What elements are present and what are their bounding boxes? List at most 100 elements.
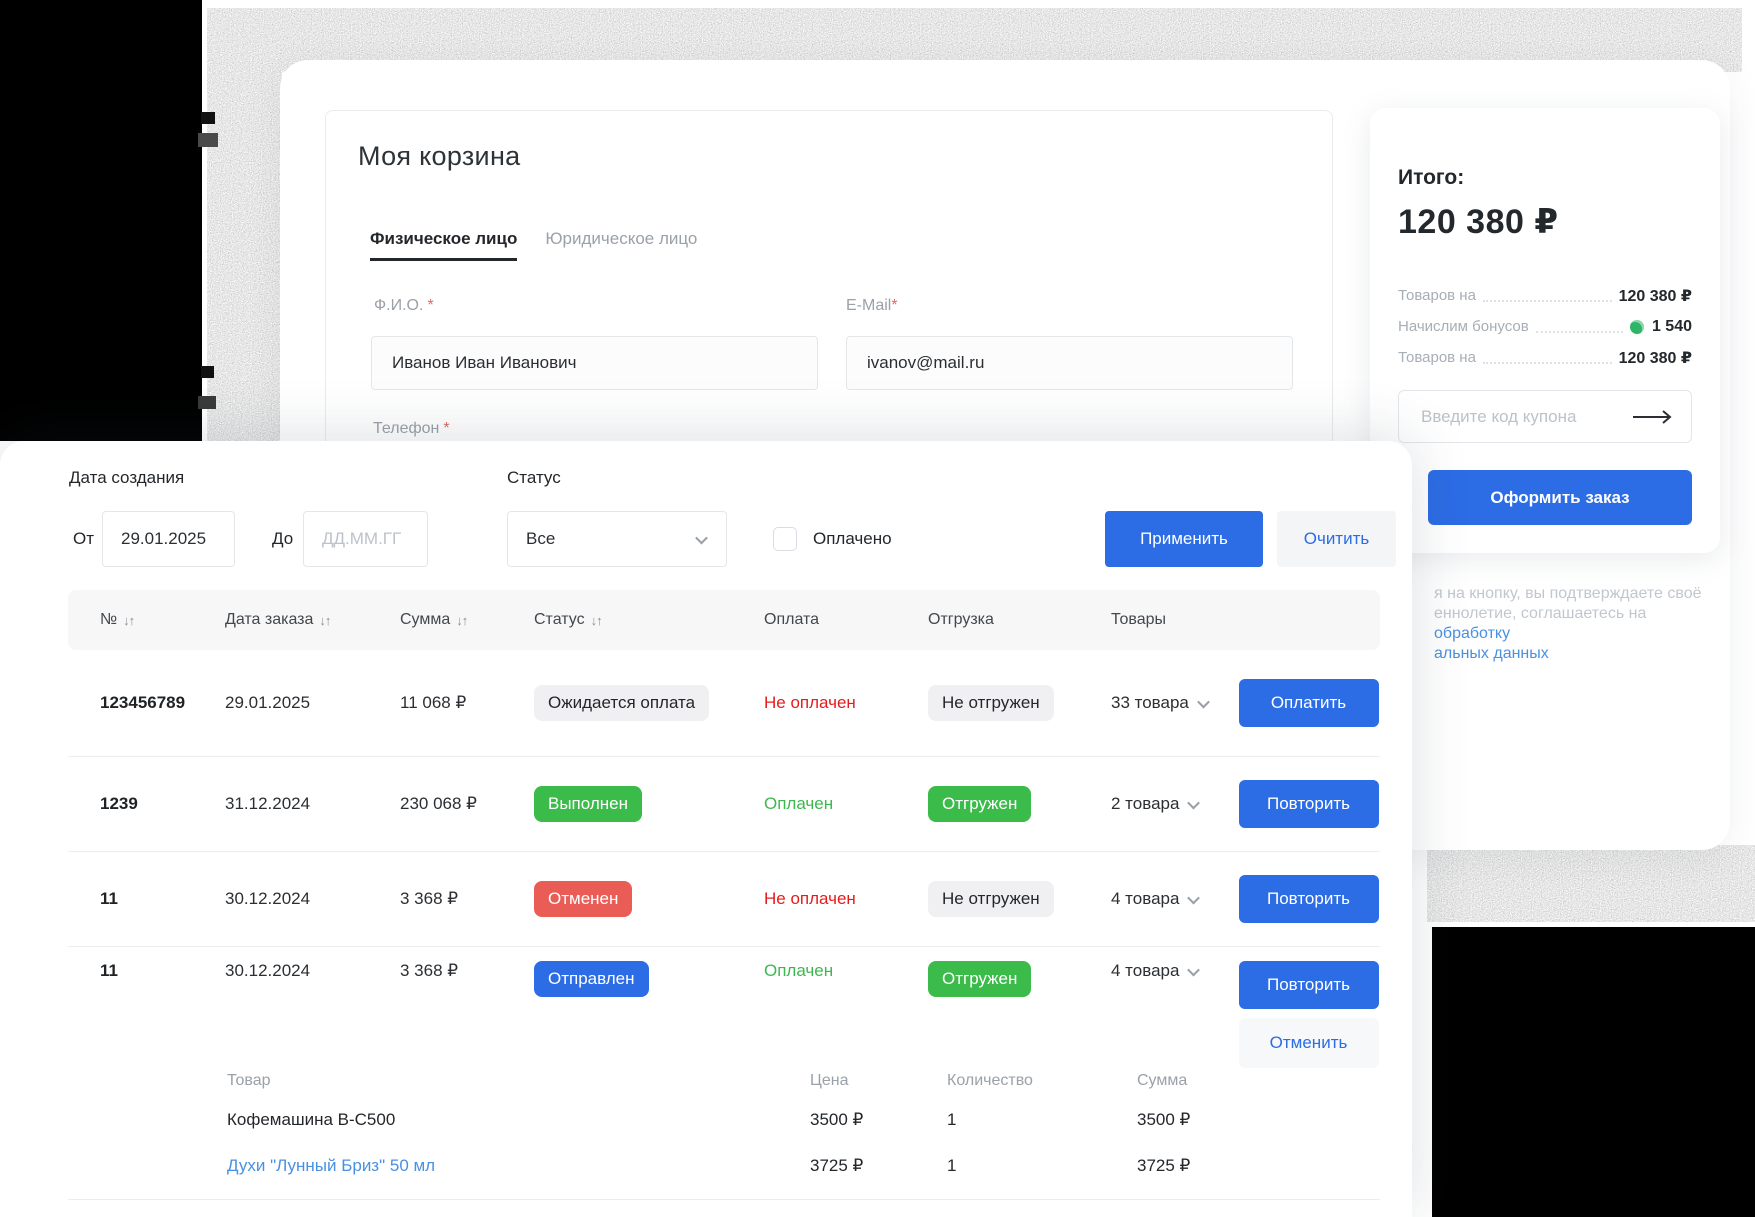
product-qty: 1 xyxy=(947,1110,1137,1130)
order-sum: 230 068 ₽ xyxy=(400,794,534,814)
order-status-cell: Отменен xyxy=(534,881,764,917)
items-count-toggle[interactable]: 33 товара xyxy=(1111,693,1208,713)
repeat-order-button[interactable]: Повторить xyxy=(1239,961,1379,1009)
product-price: 3725 ₽ xyxy=(810,1156,947,1176)
product-price: 3500 ₽ xyxy=(810,1110,947,1130)
product-sum: 3725 ₽ xyxy=(1137,1156,1380,1176)
checkout-button[interactable]: Оформить заказ xyxy=(1428,470,1692,525)
repeat-order-button[interactable]: Повторить xyxy=(1239,875,1379,923)
column-header[interactable]: Сумма ↓↑ xyxy=(400,611,534,629)
column-header-label: Дата заказа xyxy=(225,611,313,629)
clear-button[interactable]: Очитить xyxy=(1277,511,1396,567)
cancel-order-button[interactable]: Отменить xyxy=(1239,1018,1379,1068)
dotted-leader xyxy=(1483,300,1612,302)
column-header[interactable]: № ↓↑ xyxy=(68,611,225,629)
summary-row-value: 1 540 xyxy=(1652,318,1692,336)
sort-icon[interactable]: ↓↑ xyxy=(319,613,330,628)
page-title: Моя корзина xyxy=(358,141,520,172)
order-sum: 11 068 ₽ xyxy=(400,693,534,713)
chevron-down-icon xyxy=(1197,695,1210,708)
shipment-badge: Не отгружен xyxy=(928,685,1054,721)
personal-data-link[interactable]: обработку xyxy=(1434,625,1510,642)
items-count-toggle[interactable]: 2 товара xyxy=(1111,794,1198,814)
items-count-toggle[interactable]: 4 товара xyxy=(1111,889,1198,909)
page: Моя корзина Физическое лицо Юридическое … xyxy=(0,0,1755,1217)
noise-patch-bottom-right xyxy=(1427,845,1755,922)
summary-row: Товаров на120 380 ₽ xyxy=(1398,280,1692,311)
order-summary-card: Итого: 120 380 ₽ Товаров на120 380 ₽Начи… xyxy=(1370,108,1720,553)
summary-total: 120 380 ₽ xyxy=(1398,202,1559,242)
coupon-placeholder: Введите код купона xyxy=(1421,407,1631,427)
table-row: 12345678929.01.202511 068 ₽Ожидается опл… xyxy=(68,650,1380,757)
items-count-toggle[interactable]: 4 товара xyxy=(1111,961,1198,981)
product-column-header: Количество xyxy=(947,1072,1137,1090)
repeat-order-button[interactable]: Повторить xyxy=(1239,780,1379,828)
status-badge: Отправлен xyxy=(534,961,649,997)
column-header-label: Товары xyxy=(1111,611,1166,629)
required-asterisk: * xyxy=(443,420,449,437)
tab-individual[interactable]: Физическое лицо xyxy=(370,229,517,261)
status-badge: Выполнен xyxy=(534,786,642,822)
status-badge: Ожидается оплата xyxy=(534,685,709,721)
order-date: 29.01.2025 xyxy=(225,693,400,713)
order-status-cell: Отправлен xyxy=(534,947,764,997)
table-row: 1130.12.20243 368 ₽ОтмененНе оплаченНе о… xyxy=(68,852,1380,947)
shipment-badge: Отгружен xyxy=(928,786,1031,822)
summary-row: Товаров на120 380 ₽ xyxy=(1398,342,1692,373)
fio-field[interactable]: Иванов Иван Иванович xyxy=(371,336,818,390)
actions-cell: Повторить xyxy=(1237,780,1380,828)
items-cell: 33 товара xyxy=(1111,693,1237,713)
orders-table-body: 12345678929.01.202511 068 ₽Ожидается опл… xyxy=(68,650,1380,1059)
shipment-badge: Не отгружен xyxy=(928,881,1054,917)
order-number: 11 xyxy=(68,889,225,909)
column-header: Оплата xyxy=(764,611,928,629)
product-name-link[interactable]: Духи "Лунный Бриз" 50 мл xyxy=(227,1156,810,1176)
edge-artifact xyxy=(201,112,215,124)
summary-row-value: 120 380 ₽ xyxy=(1619,348,1692,368)
from-label: От xyxy=(73,511,94,567)
product-column-header: Цена xyxy=(810,1072,947,1090)
edge-artifact xyxy=(198,133,218,147)
chevron-down-icon xyxy=(1188,963,1201,976)
items-cell: 4 товара xyxy=(1111,947,1237,981)
order-products-section: ТоварЦенаКоличествоСумма Кофемашина B-C5… xyxy=(68,1059,1380,1200)
product-sum: 3500 ₽ xyxy=(1137,1110,1380,1130)
column-header-label: Сумма xyxy=(400,611,450,629)
product-name: Кофемашина B-C500 xyxy=(227,1110,810,1130)
status-badge: Отменен xyxy=(534,881,632,917)
product-row: Духи "Лунный Бриз" 50 мл3725 ₽13725 ₽ xyxy=(68,1143,1380,1189)
pay-button[interactable]: Оплатить xyxy=(1239,679,1379,727)
status-select[interactable]: Все xyxy=(507,511,727,567)
column-header[interactable]: Дата заказа ↓↑ xyxy=(225,611,400,629)
items-cell: 2 товара xyxy=(1111,794,1237,814)
black-block-bottom-right xyxy=(1432,927,1755,1217)
paid-checkbox-label: Оплачено xyxy=(813,511,892,567)
summary-rows: Товаров на120 380 ₽Начислим бонусов1 540… xyxy=(1398,280,1692,373)
column-header: Отгрузка xyxy=(928,611,1111,629)
shipment-badge: Отгружен xyxy=(928,961,1031,997)
arrow-right-icon[interactable] xyxy=(1631,410,1673,424)
column-header[interactable]: Статус↓↑ xyxy=(534,611,764,629)
paid-checkbox[interactable] xyxy=(773,527,797,551)
column-header-label: № xyxy=(100,611,117,629)
order-status-cell: Выполнен xyxy=(534,786,764,822)
sort-icon[interactable]: ↓↑ xyxy=(591,613,602,628)
date-to-input[interactable]: ДД.ММ.ГГ xyxy=(303,511,428,567)
fio-label: Ф.И.О.* xyxy=(374,297,434,315)
items-cell: 4 товара xyxy=(1111,889,1237,909)
column-header-label: Отгрузка xyxy=(928,611,994,629)
chevron-down-icon xyxy=(1188,796,1201,809)
summary-title: Итого: xyxy=(1398,166,1464,190)
order-number: 1239 xyxy=(68,794,225,814)
tab-legal-entity[interactable]: Юридическое лицо xyxy=(545,229,697,261)
apply-button[interactable]: Применить xyxy=(1105,511,1263,567)
personal-data-link[interactable]: альных данных xyxy=(1434,645,1549,662)
date-from-input[interactable]: 29.01.2025 xyxy=(102,511,235,567)
coupon-input[interactable]: Введите код купона xyxy=(1398,390,1692,443)
order-date: 31.12.2024 xyxy=(225,794,400,814)
shipment-cell: Отгружен xyxy=(928,786,1111,822)
email-field[interactable]: ivanov@mail.ru xyxy=(846,336,1293,390)
sort-icon[interactable]: ↓↑ xyxy=(456,613,467,628)
dotted-leader xyxy=(1483,362,1612,364)
sort-icon[interactable]: ↓↑ xyxy=(123,613,134,628)
